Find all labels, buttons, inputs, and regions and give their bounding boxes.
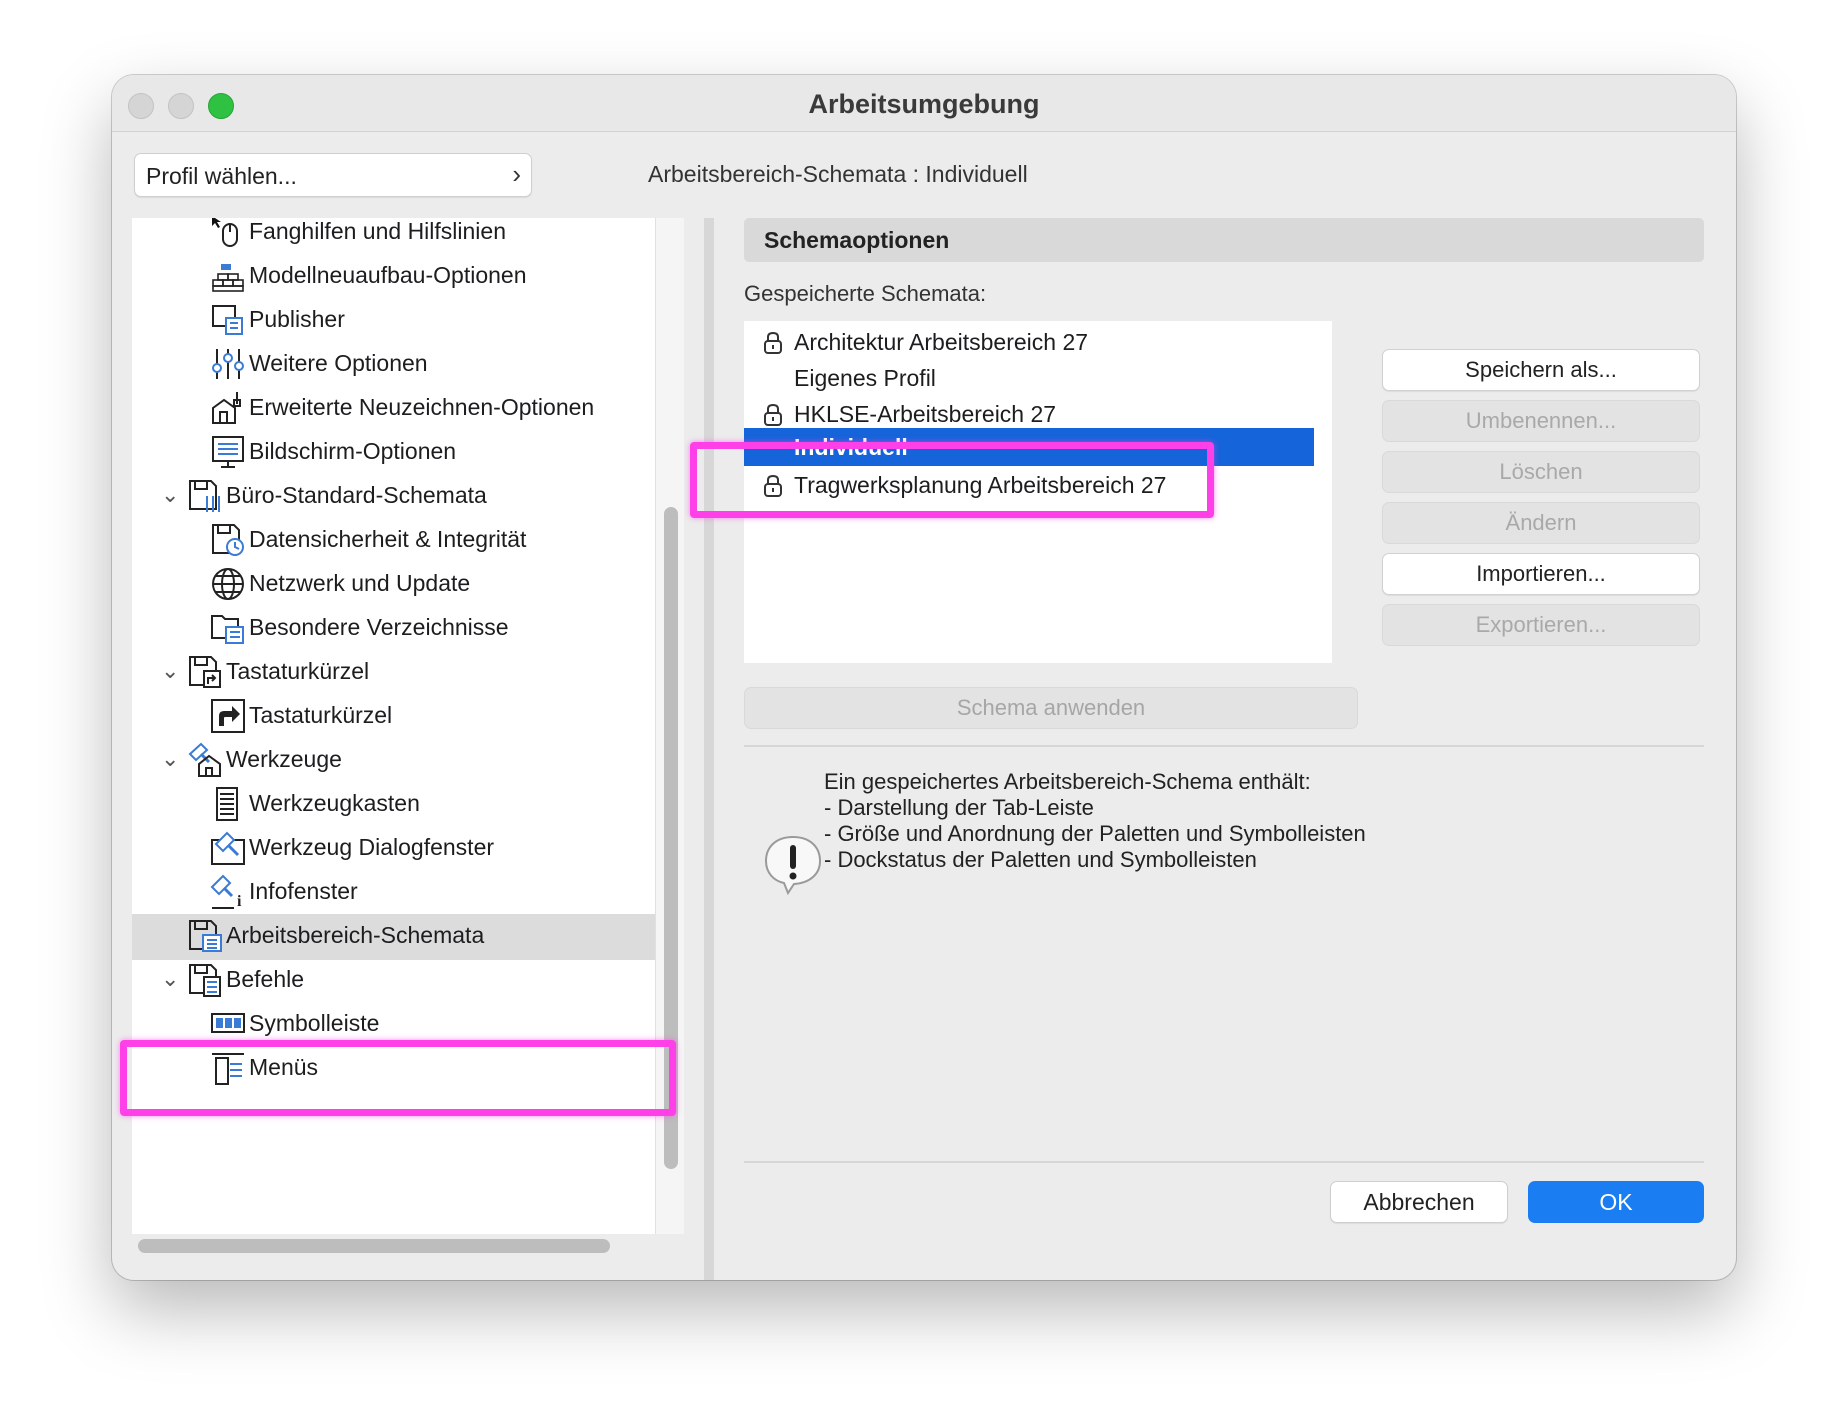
tree-item-besondere-verzeichnisse[interactable]: Besondere Verzeichnisse bbox=[132, 606, 655, 652]
saved-schemas-label: Gespeicherte Schemata: bbox=[744, 281, 987, 306]
tree-item-label: Werkzeug Dialogfenster bbox=[249, 834, 495, 860]
tree-item-arbeitsbereich-schemata[interactable]: Arbeitsbereich-Schemata bbox=[132, 914, 655, 960]
tree-item-datensicherheit[interactable]: Datensicherheit & Integrität bbox=[132, 518, 655, 564]
export-button[interactable]: Exportieren... bbox=[1382, 604, 1700, 646]
schema-label: Eigenes Profil bbox=[794, 365, 936, 391]
info-line: Ein gespeichertes Arbeitsbereich-Schema … bbox=[824, 769, 1311, 794]
svg-text:i: i bbox=[237, 893, 242, 910]
info-line: - Größe und Anordnung der Paletten und S… bbox=[824, 821, 1366, 846]
hammer-house-icon bbox=[188, 742, 221, 777]
house-brush-icon bbox=[212, 392, 241, 424]
tree-item-werkzeugkasten[interactable]: Werkzeugkasten bbox=[132, 782, 655, 828]
save-as-button[interactable]: Speichern als... bbox=[1382, 349, 1700, 391]
lock-icon bbox=[764, 403, 782, 426]
sliders-icon bbox=[212, 349, 244, 379]
floppy-shortcut-icon bbox=[189, 656, 221, 688]
tree-item-label: Tastaturkürzel bbox=[249, 702, 393, 728]
cursor-mouse-icon bbox=[212, 218, 238, 247]
tree-item-erweiterte-neuzeichnen[interactable]: Erweiterte Neuzeichnen-Optionen bbox=[132, 386, 655, 432]
tree-item-tastaturkuerzel[interactable]: Tastaturkürzel bbox=[132, 694, 655, 740]
ok-button[interactable]: OK bbox=[1528, 1181, 1704, 1223]
tree-item-publisher[interactable]: Publisher bbox=[132, 298, 655, 344]
tree-item-fanghilfen[interactable]: Fanghilfen und Hilfslinien bbox=[132, 218, 655, 256]
tree-item-label: Tastaturkürzel bbox=[226, 658, 370, 684]
separator bbox=[744, 745, 1704, 747]
import-button[interactable]: Importieren... bbox=[1382, 553, 1700, 595]
info-line: - Darstellung der Tab-Leiste bbox=[824, 795, 1094, 820]
tree-item-label: Erweiterte Neuzeichnen-Optionen bbox=[249, 394, 595, 420]
info-line: - Dockstatus der Paletten und Symbolleis… bbox=[824, 847, 1257, 872]
footer-separator bbox=[744, 1161, 1704, 1163]
window-title: Arbeitsumgebung bbox=[808, 89, 1040, 119]
toolbar-icon bbox=[211, 1013, 245, 1033]
profile-select-label: Profil wählen... bbox=[146, 163, 297, 189]
tree-item-label: Modellneuaufbau-Optionen bbox=[249, 262, 527, 288]
hammer-dialog-icon bbox=[211, 831, 245, 865]
folder-list-icon bbox=[211, 615, 244, 644]
monitor-icon bbox=[212, 436, 244, 468]
tree-item-modellneuaufbau[interactable]: Modellneuaufbau-Optionen bbox=[132, 254, 655, 300]
highlight-annotation bbox=[120, 1040, 676, 1116]
section-title: Schemaoptionen bbox=[764, 227, 950, 253]
schema-options-header: Schemaoptionen bbox=[744, 218, 1704, 262]
highlight-annotation bbox=[690, 442, 1214, 518]
hammer-info-icon: i bbox=[210, 874, 242, 910]
globe-icon bbox=[212, 568, 244, 600]
tree-group-werkzeuge[interactable]: ⌄ Werkzeuge bbox=[132, 738, 655, 784]
bricks-icon bbox=[212, 264, 244, 292]
title-bar: Arbeitsumgebung bbox=[112, 75, 1736, 132]
lock-icon bbox=[764, 331, 782, 354]
profile-select-button[interactable]: Profil wählen... › bbox=[134, 153, 532, 197]
tree-item-label: Werkzeugkasten bbox=[249, 790, 420, 816]
modify-button[interactable]: Ändern bbox=[1382, 502, 1700, 544]
chevron-down-icon[interactable]: ⌄ bbox=[161, 966, 179, 992]
tree-item-label: Datensicherheit & Integrität bbox=[249, 526, 527, 552]
tree-item-werkzeug-dialogfenster[interactable]: Werkzeug Dialogfenster bbox=[132, 826, 655, 872]
chevron-right-icon: › bbox=[512, 159, 521, 189]
tree-item-label: Befehle bbox=[226, 966, 305, 992]
tree-item-label: Netzwerk und Update bbox=[249, 570, 471, 596]
tree-item-label: Bildschirm-Optionen bbox=[249, 438, 457, 464]
tree-item-label: Büro-Standard-Schemata bbox=[226, 482, 487, 508]
apply-schema-button[interactable]: Schema anwenden bbox=[744, 687, 1358, 729]
rename-button[interactable]: Umbenennen... bbox=[1382, 400, 1700, 442]
floppy-window-icon bbox=[189, 920, 222, 952]
chevron-down-icon[interactable]: ⌄ bbox=[161, 482, 179, 508]
tree-item-infofenster[interactable]: i Infofenster bbox=[132, 870, 655, 916]
tree-group-buero-standard[interactable]: ⌄ Büro-Standard-Schemata bbox=[132, 474, 655, 520]
floppy-sliders-icon bbox=[189, 480, 220, 512]
tree-item-label: Besondere Verzeichnisse bbox=[249, 614, 509, 640]
schema-label: HKLSE-Arbeitsbereich 27 bbox=[794, 401, 1057, 427]
tree-item-label: Werkzeuge bbox=[226, 746, 342, 772]
tree-item-label: Weitere Optionen bbox=[249, 350, 428, 376]
toolbox-icon bbox=[216, 787, 238, 821]
schema-label: Architektur Arbeitsbereich 27 bbox=[794, 329, 1089, 355]
panel-divider[interactable] bbox=[704, 218, 714, 1280]
tree-horizontal-scrollbar[interactable] bbox=[138, 1239, 610, 1253]
tree-item-label: Symbolleiste bbox=[249, 1010, 380, 1036]
tree-group-tastaturkuerzel[interactable]: ⌄ Tastaturkürzel bbox=[132, 650, 655, 696]
current-scheme-heading: Arbeitsbereich-Schemata : Individuell bbox=[648, 161, 1028, 187]
tree-item-label: Fanghilfen und Hilfslinien bbox=[249, 218, 506, 244]
tree-item-bildschirm-optionen[interactable]: Bildschirm-Optionen bbox=[132, 430, 655, 476]
exclamation-bubble-icon bbox=[764, 835, 822, 895]
tree-item-label: Infofenster bbox=[249, 878, 358, 904]
floppy-list-icon bbox=[189, 964, 221, 997]
schema-info-text: Ein gespeichertes Arbeitsbereich-Schema … bbox=[824, 769, 1366, 873]
tree-item-weitere-optionen[interactable]: Weitere Optionen bbox=[132, 342, 655, 388]
tree-item-label: Arbeitsbereich-Schemata bbox=[226, 922, 485, 948]
cancel-button[interactable]: Abbrechen bbox=[1330, 1181, 1508, 1223]
tree-item-netzwerk[interactable]: Netzwerk und Update bbox=[132, 562, 655, 608]
tree-group-befehle[interactable]: ⌄ Befehle bbox=[132, 958, 655, 1004]
floppy-clock-icon bbox=[212, 524, 244, 556]
chevron-down-icon[interactable]: ⌄ bbox=[161, 746, 179, 772]
shortcut-arrow-icon bbox=[211, 699, 245, 733]
chevron-down-icon[interactable]: ⌄ bbox=[161, 658, 179, 684]
delete-button[interactable]: Löschen bbox=[1382, 451, 1700, 493]
tree-item-label: Publisher bbox=[249, 306, 345, 332]
publisher-icon bbox=[212, 305, 243, 335]
